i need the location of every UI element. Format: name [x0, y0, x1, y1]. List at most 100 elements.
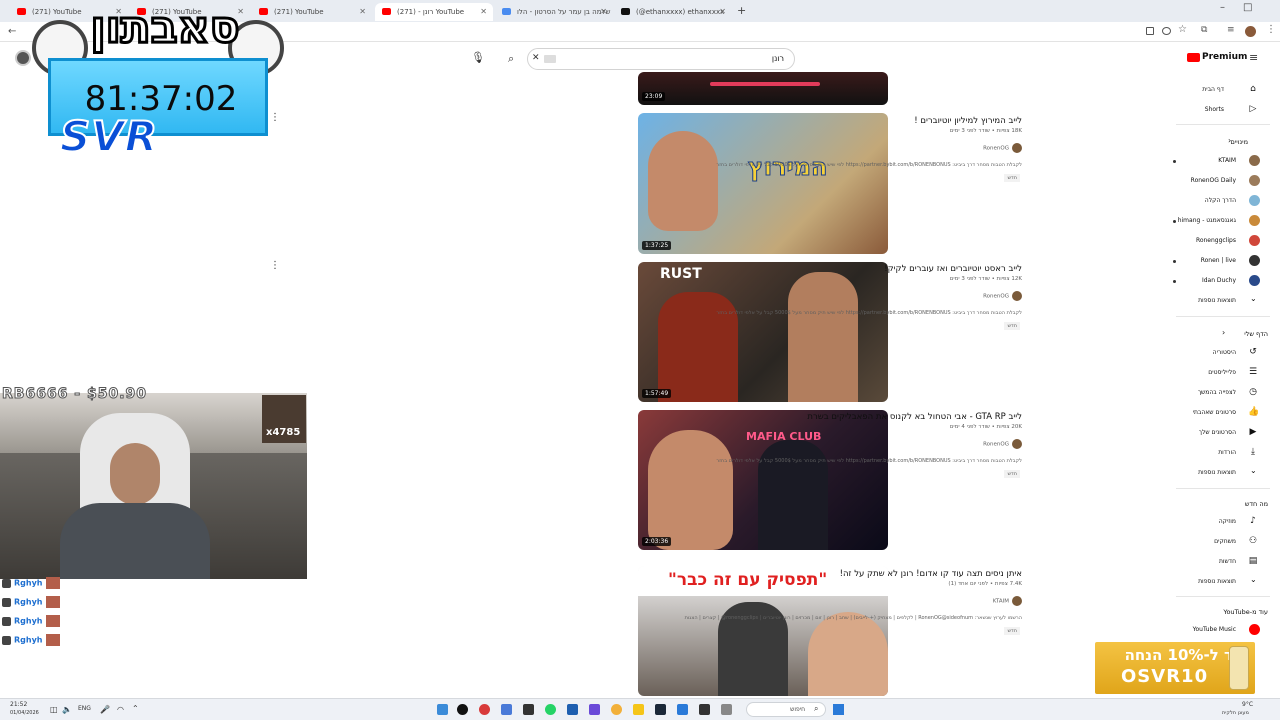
playlists-icon[interactable]: ☰: [1248, 367, 1258, 377]
sidebar-show-more[interactable]: תוצאות נוספות: [1198, 469, 1236, 476]
video-more-actions-icon[interactable]: ⋮: [270, 112, 280, 123]
taskbar-date[interactable]: 01/04/2026: [10, 710, 39, 716]
close-tab-icon[interactable]: ✕: [600, 7, 607, 16]
eye-off-icon[interactable]: [1162, 27, 1171, 35]
sidebar-item-music[interactable]: מוזיקה: [1219, 518, 1236, 525]
sidebar-item-home[interactable]: דף הבית: [1202, 86, 1224, 93]
taskbar-app-icon[interactable]: [523, 704, 534, 715]
channel-avatar[interactable]: [1012, 291, 1022, 301]
youtube-logo-icon[interactable]: [1187, 53, 1200, 62]
video-channel[interactable]: RonenOG: [983, 439, 1022, 449]
video-thumbnail[interactable]: 23:09: [638, 72, 888, 105]
shorts-icon[interactable]: ▷: [1248, 104, 1258, 114]
subscription-avatar[interactable]: [1249, 255, 1260, 266]
reading-list-icon[interactable]: ≡: [1227, 25, 1235, 35]
taskbar-app-icon[interactable]: [699, 704, 710, 715]
subscription-avatar[interactable]: [1249, 215, 1260, 226]
browser-tab-active[interactable]: רונן - (271) YouTube ✕: [375, 3, 493, 21]
browser-menu-icon[interactable]: ⋮: [1266, 24, 1276, 35]
new-tab-button[interactable]: +: [737, 4, 746, 17]
sidebar-item-subscription[interactable]: RonenOG Daily: [1191, 177, 1236, 184]
sidebar-show-more[interactable]: תוצאות נוספות: [1198, 297, 1236, 304]
video-thumbnail[interactable]: "תפסיק עם זה כבר": [638, 566, 888, 696]
chevron-down-icon[interactable]: ⌄: [1250, 575, 1257, 584]
youtube-premium-label[interactable]: Premium: [1202, 52, 1247, 62]
youtube-music-icon[interactable]: [1249, 624, 1260, 635]
search-icon[interactable]: ⌕: [814, 704, 818, 714]
chevron-down-icon[interactable]: ⌄: [1250, 466, 1257, 475]
like-icon[interactable]: 👍: [1248, 407, 1259, 417]
chevron-right-icon[interactable]: ›: [1222, 328, 1225, 337]
gaming-icon[interactable]: ⚇: [1248, 536, 1258, 546]
microphone-icon[interactable]: 🎤: [100, 705, 110, 714]
taskbar-app-icon[interactable]: [567, 704, 578, 715]
sidebar-item-gaming[interactable]: משחקים: [1214, 538, 1236, 545]
music-icon[interactable]: ♪: [1248, 516, 1258, 526]
sidebar-show-more[interactable]: תוצאות נוספות: [1198, 578, 1236, 585]
close-tab-icon[interactable]: ✕: [480, 7, 487, 16]
channel-avatar[interactable]: [1012, 143, 1022, 153]
taskbar-app-icon[interactable]: [457, 704, 468, 715]
subscription-avatar[interactable]: [1249, 235, 1260, 246]
home-icon[interactable]: ⌂: [1248, 84, 1258, 94]
account-avatar[interactable]: [15, 50, 31, 66]
taskbar-app-icon[interactable]: [437, 704, 448, 715]
taskbar-app-icon[interactable]: [677, 704, 688, 715]
browser-tab[interactable]: (271) YouTube ✕: [252, 3, 372, 21]
sidebar-item-watch-later[interactable]: לצפייה בהמשך: [1198, 389, 1236, 396]
wifi-icon[interactable]: ◠: [117, 705, 124, 714]
video-thumbnail[interactable]: MAFIA CLUB 2:03:36: [638, 410, 888, 550]
whatsapp-icon[interactable]: [545, 704, 556, 715]
your-videos-icon[interactable]: ▶: [1248, 427, 1258, 437]
sidebar-item-news[interactable]: חדשות: [1219, 558, 1236, 565]
sidebar-item-subscription[interactable]: גאגנסאמגט - himang: [1178, 217, 1236, 224]
search-box[interactable]: ⌕ ✕ רונן: [508, 48, 795, 70]
close-tab-icon[interactable]: ✕: [719, 7, 726, 16]
maximize-window-icon[interactable]: □: [1243, 2, 1252, 13]
steam-icon[interactable]: [655, 704, 666, 715]
sidebar-item-shorts[interactable]: Shorts: [1205, 106, 1224, 113]
watch-later-icon[interactable]: ◷: [1248, 387, 1258, 397]
chrome-icon[interactable]: [611, 704, 622, 715]
extensions-icon[interactable]: ⧉: [1201, 25, 1207, 35]
video-channel[interactable]: RonenOG: [983, 143, 1022, 153]
browser-tab[interactable]: (@ethanxxxx) ethanxxxx ✕: [614, 3, 732, 21]
weather-temperature[interactable]: 9°C: [1242, 701, 1253, 708]
file-explorer-icon[interactable]: [633, 704, 644, 715]
channel-avatar[interactable]: [1012, 439, 1022, 449]
download-icon[interactable]: ⤓: [1248, 447, 1258, 457]
sidebar-item-downloads[interactable]: הורדות: [1218, 449, 1236, 456]
taskbar-time[interactable]: 21:52: [10, 701, 27, 708]
chevron-right-icon[interactable]: ›: [1228, 136, 1231, 145]
sidebar-item-playlists[interactable]: פלייליסטים: [1208, 369, 1236, 376]
subscription-avatar[interactable]: [1249, 155, 1260, 166]
cast-icon[interactable]: [1146, 27, 1154, 35]
sidebar-item-subscription[interactable]: KTAIM: [1218, 157, 1236, 164]
video-title[interactable]: לייב GTA RP - אבי הטחול בא לקנוס את הפאב…: [807, 412, 1022, 422]
taskbar-app-icon[interactable]: [721, 704, 732, 715]
video-channel[interactable]: RonenOG: [983, 291, 1022, 301]
chevron-down-icon[interactable]: ⌄: [1250, 294, 1257, 303]
news-icon[interactable]: ▤: [1248, 556, 1258, 566]
video-thumbnail[interactable]: RUST 1:57:49: [638, 262, 888, 402]
windows-start-icon[interactable]: [833, 704, 844, 715]
subscription-avatar[interactable]: [1249, 275, 1260, 286]
speaker-icon[interactable]: 🔈: [62, 705, 72, 714]
video-title[interactable]: איתן ניסים תצה עוד קו אדום! רונן לא שתק …: [840, 569, 1022, 579]
close-tab-icon[interactable]: ✕: [359, 7, 366, 16]
video-more-actions-icon[interactable]: ⋮: [270, 260, 280, 271]
video-title[interactable]: לייב המירוץ למיליון יוטיוברים !: [914, 116, 1022, 126]
sidebar-item-liked[interactable]: סרטונים שאהבתי: [1193, 409, 1236, 416]
taskbar-app-icon[interactable]: [501, 704, 512, 715]
language-indicator[interactable]: ENG: [78, 705, 91, 712]
profile-avatar[interactable]: [1245, 26, 1256, 37]
hamburger-menu-icon[interactable]: ≡: [1249, 51, 1258, 64]
channel-avatar[interactable]: [1012, 596, 1022, 606]
video-thumbnail[interactable]: המירוץ 1:37:25: [638, 113, 888, 254]
taskbar-app-icon[interactable]: [589, 704, 600, 715]
weather-description[interactable]: מעונן חלקית: [1222, 710, 1249, 716]
subscription-avatar[interactable]: [1249, 175, 1260, 186]
subscription-avatar[interactable]: [1249, 195, 1260, 206]
camera-icon[interactable]: ◫: [50, 705, 58, 714]
taskbar-app-icon[interactable]: [479, 704, 490, 715]
